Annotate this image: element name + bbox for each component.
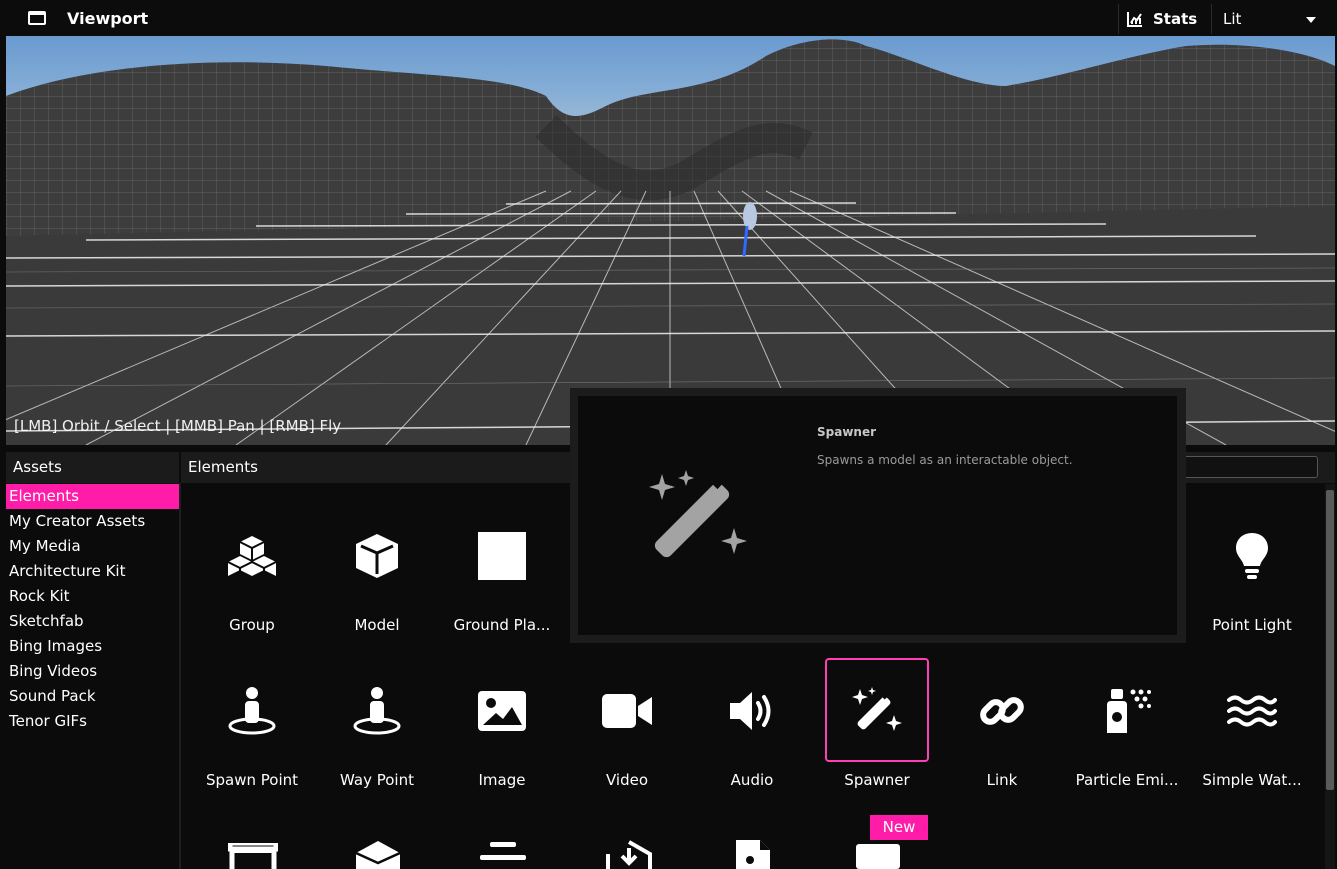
cubes-icon [227,536,277,576]
image-icon [478,691,526,731]
element-label: Group [229,616,275,634]
element-tile-group[interactable] [200,504,304,608]
file-icon[interactable] [734,840,772,869]
controls-hint: [LMB] Orbit / Select | [MMB] Pan | [RMB]… [14,417,342,435]
chart-icon [1127,12,1142,27]
element-tile-way-point[interactable] [325,659,429,763]
element-tile-model[interactable] [325,504,429,608]
element-preview-tooltip: Spawner Spawns a model as an interactabl… [570,388,1186,643]
shading-mode-value: Lit [1223,10,1242,28]
element-tile-spawner[interactable] [825,658,929,762]
square-icon [478,532,526,580]
tooltip-description: Spawns a model as an interactable object… [817,453,1073,467]
asset-item-sound-pack[interactable]: Sound Pack [6,684,179,709]
element-tile-point-light[interactable] [1200,504,1304,608]
lightbulb-icon [1236,533,1268,579]
cube-icon [356,534,398,578]
element-label: Ground Pla... [453,616,551,634]
element-tile-simple-water[interactable] [1200,659,1304,763]
elements-title: Elements [188,458,258,476]
element-label: Simple Wat... [1202,771,1302,789]
assets-title: Assets [13,458,62,476]
element-label: Link [986,771,1018,789]
new-badge: New [870,815,928,840]
speaker-icon [730,692,771,730]
scene-render [6,39,1335,445]
spawn-point-icon [228,687,276,735]
element-tile-link[interactable] [950,659,1054,763]
viewport-title: Viewport [67,9,149,28]
element-label: Spawner [844,771,910,789]
viewport-header: Viewport Stats Lit [0,0,1337,36]
chevron-down-icon [1306,17,1316,23]
way-point-icon [353,687,401,735]
stats-button[interactable]: Stats [1126,6,1197,32]
elements-scrollbar[interactable] [1325,484,1335,869]
tooltip-body: Spawner Spawns a model as an interactabl… [578,396,1177,635]
magic-wand-icon [649,470,747,558]
shading-mode-select[interactable]: Lit [1212,4,1326,34]
asset-item-my-media[interactable]: My Media [6,534,179,559]
element-label: Video [605,771,649,789]
stats-label: Stats [1153,10,1198,28]
table-icon[interactable] [228,843,278,869]
asset-item-bing-videos[interactable]: Bing Videos [6,659,179,684]
element-tile-video[interactable] [575,659,679,763]
asset-item-rock-kit[interactable]: Rock Kit [6,584,179,609]
element-label: Way Point [340,771,414,789]
asset-item-elements[interactable]: Elements [6,484,179,509]
element-tile-ground-plane[interactable] [450,504,554,608]
asset-item-sketchfab[interactable]: Sketchfab [6,609,179,634]
water-icon [1227,695,1277,727]
panel-divider [179,483,181,869]
package-icon[interactable] [355,841,401,869]
scene-viewport[interactable]: [LMB] Orbit / Select | [MMB] Pan | [RMB]… [6,36,1335,445]
asset-item-bing-images[interactable]: Bing Images [6,634,179,659]
asset-item-architecture-kit[interactable]: Architecture Kit [6,559,179,584]
asset-category-list: Elements My Creator Assets My Media Arch… [6,484,179,734]
align-center-icon[interactable] [480,842,526,869]
divider [1118,4,1119,34]
link-icon [980,697,1024,725]
magic-wand-icon [852,687,902,731]
scrollbar-thumb[interactable] [1326,490,1334,790]
element-label: Particle Emi... [1075,771,1179,789]
element-label: Image [478,771,526,789]
portal-icon[interactable] [606,840,652,869]
spray-can-icon [1107,689,1151,733]
element-tile-particle-emitter[interactable] [1075,659,1179,763]
element-tile-image[interactable] [450,659,554,763]
element-label: Model [354,616,400,634]
search-input[interactable] [1178,456,1318,478]
asset-item-tenor-gifs[interactable]: Tenor GIFs [6,709,179,734]
element-label: Audio [730,771,774,789]
video-camera-icon [602,694,652,728]
element-tile-audio[interactable] [700,659,804,763]
assets-header: Assets [6,452,179,483]
new-element-icon[interactable] [856,844,900,869]
window-icon [28,11,46,25]
element-tile-spawn-point[interactable] [200,659,304,763]
element-label: Point Light [1212,616,1292,634]
asset-item-my-creator-assets[interactable]: My Creator Assets [6,509,179,534]
element-label: Spawn Point [205,771,299,789]
tooltip-title: Spawner [817,425,877,439]
